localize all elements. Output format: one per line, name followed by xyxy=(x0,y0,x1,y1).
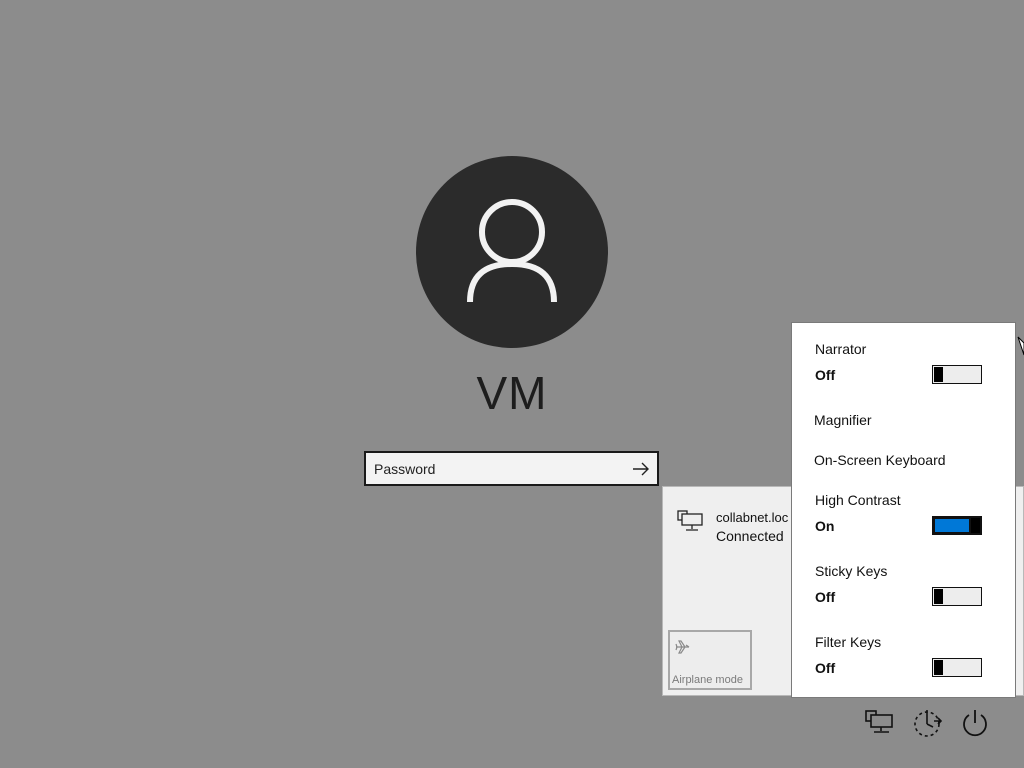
power-button[interactable] xyxy=(958,706,992,740)
narrator-toggle[interactable] xyxy=(932,365,982,384)
ease-of-access-button[interactable] xyxy=(910,706,944,740)
narrator-state: Off xyxy=(815,367,836,383)
network-icon xyxy=(677,510,703,531)
airplane-mode-label: Airplane mode xyxy=(672,674,743,686)
narrator-label: Narrator xyxy=(815,341,867,357)
network-icon xyxy=(865,710,893,733)
user-icon xyxy=(467,199,557,303)
sticky-keys-label: Sticky Keys xyxy=(815,563,888,579)
submit-button[interactable] xyxy=(627,455,655,482)
password-field-container xyxy=(364,451,659,486)
password-input[interactable] xyxy=(366,453,614,484)
filter-keys-label: Filter Keys xyxy=(815,634,882,650)
ease-of-access-icon xyxy=(914,710,943,737)
filter-keys-state: Off xyxy=(815,660,836,676)
on-screen-keyboard-option[interactable]: On-Screen Keyboard xyxy=(814,452,946,468)
high-contrast-state: On xyxy=(815,518,835,534)
ease-of-access-flyout: Narrator Off Magnifier On-Screen Keyboar… xyxy=(791,322,1016,698)
network-connection-item[interactable]: collabnet.loc Connected xyxy=(677,509,797,549)
sticky-keys-state: Off xyxy=(815,589,836,605)
airplane-icon xyxy=(675,640,690,654)
mouse-cursor-icon xyxy=(1017,336,1024,356)
airplane-mode-tile[interactable]: Airplane mode xyxy=(668,630,752,690)
network-name: collabnet.loc xyxy=(716,510,789,525)
user-name: VM xyxy=(476,367,548,419)
filter-keys-toggle[interactable] xyxy=(932,658,982,677)
user-avatar xyxy=(416,156,608,348)
magnifier-option[interactable]: Magnifier xyxy=(814,412,872,428)
sticky-keys-toggle[interactable] xyxy=(932,587,982,606)
network-button[interactable] xyxy=(862,706,896,740)
high-contrast-label: High Contrast xyxy=(815,492,901,508)
power-icon xyxy=(963,710,987,737)
arrow-right-icon xyxy=(633,462,649,475)
network-status: Connected xyxy=(716,528,784,544)
high-contrast-toggle[interactable] xyxy=(932,516,982,535)
